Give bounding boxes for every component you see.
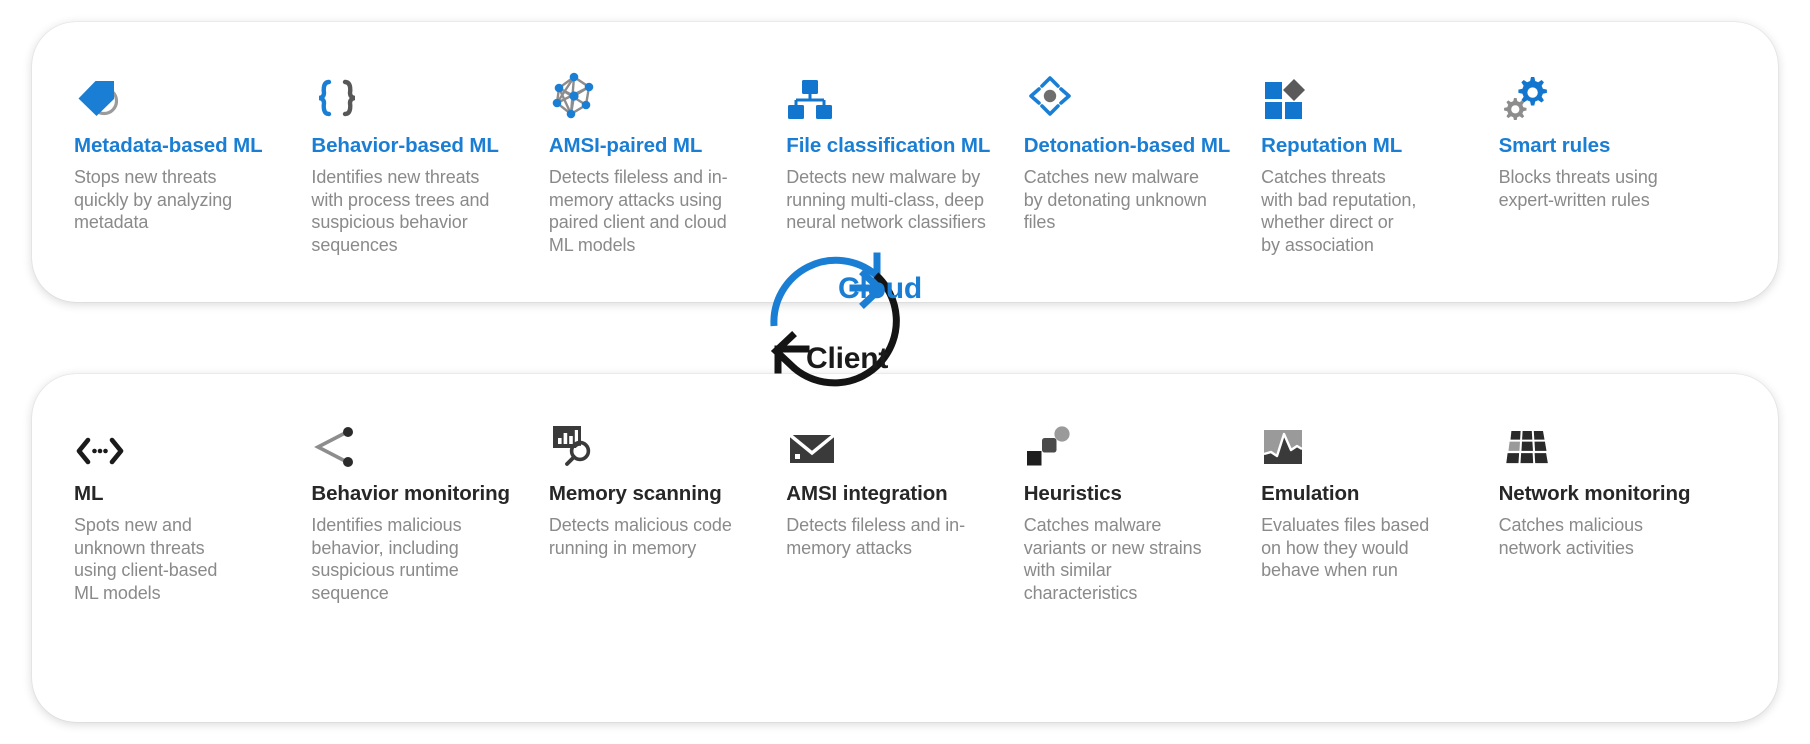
- card-title: Emulation: [1261, 482, 1360, 505]
- tag-icon: [74, 68, 281, 120]
- card-description: Identifies malicious behavior, including…: [311, 514, 462, 603]
- cycle-label-client: Client: [806, 342, 889, 375]
- card-description: Detects fileless and in- memory attacks: [786, 514, 965, 558]
- cloud-panel: Metadata-based ML Stops new threats quic…: [32, 22, 1778, 302]
- card-description: Catches threats with bad reputation, whe…: [1261, 166, 1417, 255]
- cloud-card-metadata-based-ml[interactable]: Metadata-based ML Stops new threats quic…: [74, 22, 311, 302]
- share-node-icon: [311, 416, 518, 468]
- card-title: Smart rules: [1498, 134, 1611, 157]
- memory-scan-icon: [549, 416, 756, 468]
- card-title: File classification ML: [786, 134, 991, 157]
- client-panel: ML Spots new and unknown threats using c…: [32, 374, 1778, 722]
- client-card-emulation[interactable]: Emulation Evaluates files based on how t…: [1261, 374, 1498, 722]
- card-description: Detects malicious code running in memory: [548, 514, 732, 558]
- card-title: AMSI-paired ML: [548, 134, 703, 157]
- card-description: Spots new and unknown threats using clie…: [74, 514, 218, 603]
- detonation-icon: [1024, 68, 1231, 120]
- cloud-items-grid: Metadata-based ML Stops new threats quic…: [32, 22, 1778, 302]
- emulation-chart-icon: [1261, 416, 1468, 468]
- card-title: Heuristics: [1023, 482, 1122, 505]
- client-card-amsi-integration[interactable]: AMSI integration Detects fileless and in…: [786, 374, 1023, 722]
- heuristics-icon: [1024, 416, 1231, 468]
- card-description: Identifies new threats with process tree…: [311, 166, 490, 255]
- card-description: Detects new malware by running multi-cla…: [786, 166, 986, 233]
- envelope-icon: [786, 416, 993, 468]
- network-graph-icon: [549, 68, 756, 120]
- card-title: Reputation ML: [1261, 134, 1403, 157]
- card-title: AMSI integration: [786, 482, 948, 505]
- card-description: Evaluates files based on how they would …: [1261, 514, 1430, 581]
- card-title: Behavior monitoring: [311, 482, 510, 505]
- client-card-ml[interactable]: ML Spots new and unknown threats using c…: [74, 374, 311, 722]
- cloud-card-smart-rules[interactable]: Smart rules Blocks threats using expert-…: [1499, 22, 1736, 302]
- card-title: Detonation-based ML: [1023, 134, 1231, 157]
- diagram-stage: Metadata-based ML Stops new threats quic…: [0, 0, 1810, 744]
- client-card-behavior-monitoring[interactable]: Behavior monitoring Identifies malicious…: [311, 374, 548, 722]
- card-title: Metadata-based ML: [74, 134, 263, 157]
- client-items-grid: ML Spots new and unknown threats using c…: [32, 374, 1778, 722]
- hierarchy-icon: [786, 68, 993, 120]
- card-description: Catches malicious network activities: [1498, 514, 1643, 558]
- cloud-card-detonation-based-ml[interactable]: Detonation-based ML Catches new malware …: [1024, 22, 1261, 302]
- card-description: Stops new threats quickly by analyzing m…: [74, 166, 233, 233]
- client-card-network-monitoring[interactable]: Network monitoring Catches malicious net…: [1499, 374, 1736, 722]
- card-description: Catches malware variants or new strains …: [1023, 514, 1202, 603]
- card-title: Behavior-based ML: [311, 134, 499, 157]
- code-brackets-icon: [74, 416, 281, 468]
- card-title: Memory scanning: [548, 482, 722, 505]
- client-arrow-head: [770, 331, 810, 374]
- client-card-heuristics[interactable]: Heuristics Catches malware variants or n…: [1024, 374, 1261, 722]
- cloud-card-amsi-paired-ml[interactable]: AMSI-paired ML Detects fileless and in- …: [549, 22, 786, 302]
- card-description: Detects fileless and in- memory attacks …: [548, 166, 728, 255]
- client-card-memory-scanning[interactable]: Memory scanning Detects malicious code r…: [549, 374, 786, 722]
- blocks-diamond-icon: [1261, 68, 1468, 120]
- cloud-card-reputation-ml[interactable]: Reputation ML Catches threats with bad r…: [1261, 22, 1498, 302]
- cloud-card-file-classification-ml[interactable]: File classification ML Detects new malwa…: [786, 22, 1023, 302]
- card-title: Network monitoring: [1498, 482, 1691, 505]
- card-description: Blocks threats using expert-written rule…: [1498, 166, 1658, 210]
- gears-icon: [1499, 68, 1706, 120]
- curly-braces-icon: [311, 68, 518, 120]
- card-title: ML: [74, 482, 104, 505]
- network-grid-icon: [1499, 416, 1706, 468]
- cloud-card-behavior-based-ml[interactable]: Behavior-based ML Identifies new threats…: [311, 22, 548, 302]
- card-description: Catches new malware by detonating unknow…: [1023, 166, 1207, 233]
